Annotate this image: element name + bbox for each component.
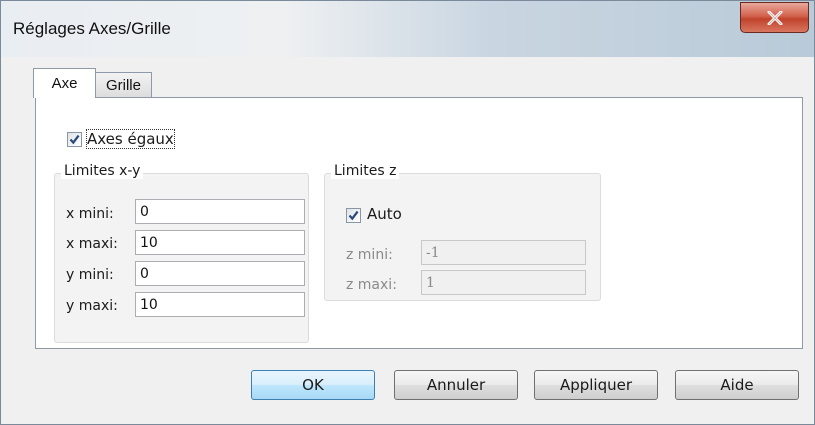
tab-axe[interactable]: Axe xyxy=(33,68,96,98)
x-mini-input[interactable] xyxy=(135,199,305,224)
z-mini-label: z mini: xyxy=(346,247,393,263)
x-maxi-label: x maxi: xyxy=(66,236,118,252)
close-button[interactable] xyxy=(740,2,809,33)
annuler-button[interactable]: Annuler xyxy=(394,370,518,400)
z-mini-input xyxy=(421,240,586,265)
y-maxi-label: y maxi: xyxy=(66,298,118,314)
z-maxi-label: z maxi: xyxy=(346,277,397,293)
limites-z-title: Limites z xyxy=(331,163,400,179)
title-bar[interactable]: Réglages Axes/Grille xyxy=(1,1,814,57)
ok-button[interactable]: OK xyxy=(251,370,375,400)
check-mark-icon xyxy=(348,210,359,221)
x-maxi-input[interactable] xyxy=(135,230,305,255)
y-mini-label: y mini: xyxy=(66,267,114,283)
close-icon xyxy=(767,10,782,25)
dialog-client-area: Axe Grille Axes égaux Limites x-y x mini… xyxy=(7,57,808,419)
limites-xy-title: Limites x-y xyxy=(61,163,144,179)
tab-panel-axe: Axes égaux Limites x-y x mini: x maxi: y… xyxy=(35,97,803,349)
tab-grille-label: Grille xyxy=(105,77,141,94)
settings-dialog: Réglages Axes/Grille Axe Grille Axes éga… xyxy=(0,0,815,425)
ok-button-label: OK xyxy=(302,376,324,394)
appliquer-button-label: Appliquer xyxy=(559,376,633,394)
limites-xy-group: Limites x-y x mini: x maxi: y mini: y ma… xyxy=(54,163,309,343)
auto-label[interactable]: Auto xyxy=(367,205,402,223)
y-maxi-input[interactable] xyxy=(135,292,305,317)
axes-egaux-label[interactable]: Axes égaux xyxy=(86,129,175,149)
limites-z-group: Limites z Auto z mini: z maxi: xyxy=(324,163,601,301)
z-maxi-input xyxy=(421,270,586,295)
auto-checkbox[interactable] xyxy=(346,208,361,223)
window-title: Réglages Axes/Grille xyxy=(13,19,171,38)
aide-button-label: Aide xyxy=(720,376,754,394)
aide-button[interactable]: Aide xyxy=(675,370,799,400)
y-mini-input[interactable] xyxy=(135,261,305,286)
tab-axe-label: Axe xyxy=(51,75,78,92)
x-mini-label: x mini: xyxy=(66,206,114,222)
appliquer-button[interactable]: Appliquer xyxy=(534,370,658,400)
check-mark-icon xyxy=(69,134,80,145)
annuler-button-label: Annuler xyxy=(426,376,486,394)
axes-egaux-checkbox[interactable] xyxy=(67,132,82,147)
tab-grille[interactable]: Grille xyxy=(95,72,152,98)
